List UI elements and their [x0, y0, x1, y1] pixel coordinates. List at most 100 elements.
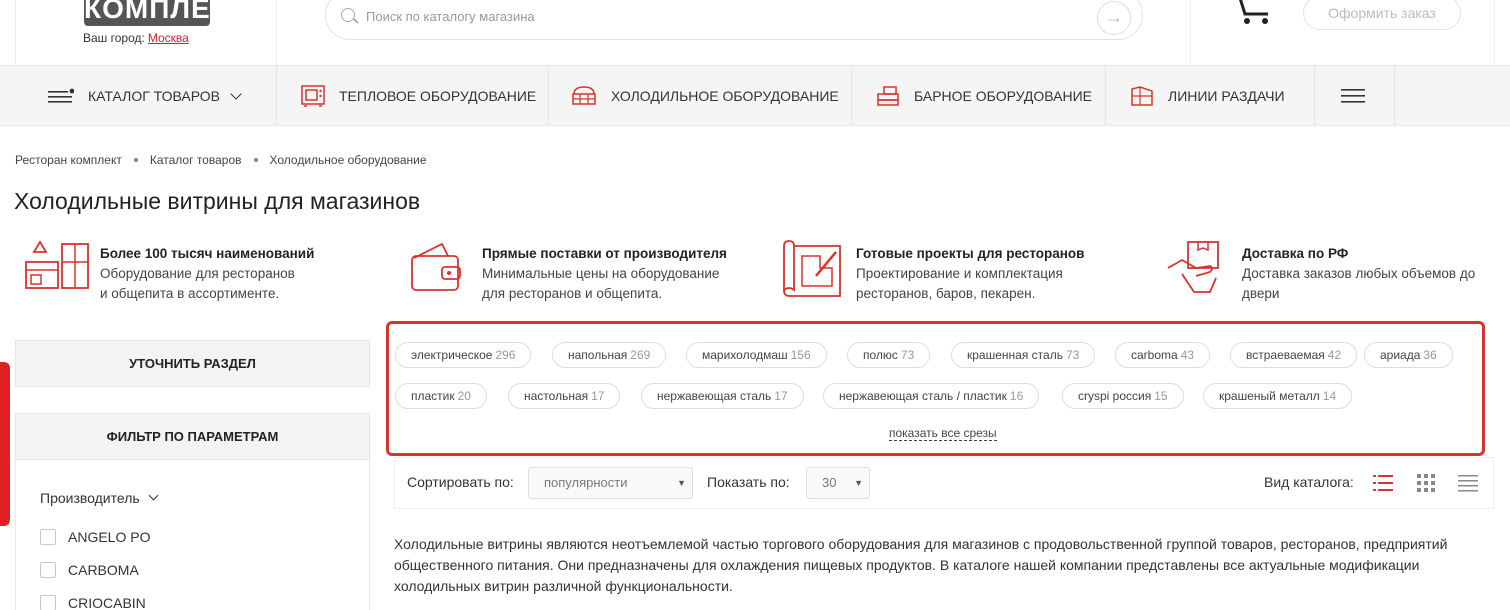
delivery-icon: [1167, 241, 1219, 293]
kitchen-icon: [25, 240, 89, 289]
per-page-select[interactable]: 30 ▼: [806, 467, 870, 499]
tag-count: 17: [774, 389, 788, 403]
tag-count: 36: [1423, 348, 1437, 362]
checkbox[interactable]: [40, 562, 56, 578]
breadcrumb-item[interactable]: Каталог товаров: [150, 153, 242, 167]
feature-desc: Проектирование и комплектация ресторанов…: [856, 266, 1063, 301]
sort-label: Сортировать по:: [407, 474, 514, 490]
tag-count: 156: [790, 348, 811, 362]
nav-item-bar[interactable]: Барное оборудование: [852, 66, 1106, 126]
search-icon: [341, 8, 355, 22]
tag-chip[interactable]: электрическое 296: [395, 342, 532, 368]
nav-item-serving[interactable]: Линии раздачи: [1106, 66, 1315, 126]
tag-chip[interactable]: крашенная сталь 73: [951, 342, 1096, 368]
tag-chip[interactable]: настольная 17: [508, 383, 621, 409]
refine-section-button[interactable]: Уточнить раздел: [15, 340, 370, 387]
tag-count: 16: [1009, 389, 1024, 403]
tag-chip[interactable]: марихолодмаш 156: [686, 342, 827, 368]
tag-chip[interactable]: встраеваемая 42: [1230, 342, 1358, 368]
nav-item-label: Тепловое оборудование: [339, 88, 537, 104]
list-view-icon[interactable]: [1373, 473, 1393, 493]
tag-cloud: электрическое 296 напольная 269 марихолодм…: [386, 321, 1485, 456]
tag-chip[interactable]: полюс 73: [847, 342, 931, 368]
tag-label: встраеваемая: [1246, 348, 1325, 362]
manufacturer-option[interactable]: ANGELO PO: [40, 529, 150, 545]
tag-count: 296: [495, 348, 516, 362]
checkbox[interactable]: [40, 529, 56, 545]
tag-count: 269: [630, 348, 651, 362]
nav-more-menu[interactable]: [1315, 66, 1395, 126]
nav-item-label: Каталог товаров: [88, 88, 220, 104]
menu-dot-icon: [48, 88, 74, 103]
manufacturer-option[interactable]: CARBOMA: [40, 562, 139, 578]
manufacturer-name: CARBOMA: [68, 562, 139, 578]
tag-chip[interactable]: ариада 36: [1364, 342, 1453, 368]
breadcrumb-item-current: Холодильное оборудование: [269, 153, 427, 167]
manufacturer-option[interactable]: CRIOCABIN: [40, 595, 146, 610]
tag-count: 43: [1180, 348, 1195, 362]
tag-chip[interactable]: нержавеющая сталь / пластик 16: [823, 383, 1040, 409]
feature-desc: Оборудование для ресторанов и общепита в…: [100, 266, 295, 301]
nav-item-cold[interactable]: Холодильное оборудование: [549, 66, 852, 126]
breadcrumb-item[interactable]: Ресторан комплект: [15, 153, 122, 167]
filter-params-button[interactable]: Фильтр по параметрам: [15, 413, 370, 460]
city-label: Ваш город:: [83, 31, 145, 45]
search-bar: →: [325, 0, 1143, 40]
tag-chip[interactable]: carboma 43: [1115, 342, 1211, 368]
manufacturer-name: CRIOCABIN: [68, 595, 146, 610]
sort-select[interactable]: популярности ▼: [528, 467, 693, 499]
feature-direct-supply: Прямые поставки от производителя Минимал…: [406, 238, 727, 304]
tag-label: carboma: [1131, 348, 1178, 362]
show-all-tags-link[interactable]: показать все срезы: [889, 426, 997, 441]
checkout-button[interactable]: Оформить заказ: [1303, 0, 1461, 30]
chevron-down-icon: [148, 490, 159, 501]
grid-view-icon[interactable]: [1416, 473, 1436, 493]
tag-chip[interactable]: пластик 20: [395, 383, 487, 409]
chevron-down-icon: [230, 87, 242, 100]
breadcrumb: Ресторан комплект Каталог товаров Холоди…: [15, 153, 427, 167]
per-page-value: 30: [822, 475, 837, 490]
tag-chip[interactable]: напольная 269: [552, 342, 667, 368]
tag-label: напольная: [568, 348, 628, 362]
city-selector: Ваш город: Москва: [83, 31, 189, 45]
manufacturer-filter-toggle[interactable]: Производитель: [40, 490, 159, 506]
manufacturer-label: Производитель: [40, 490, 140, 506]
search-submit-arrow-icon[interactable]: →: [1097, 1, 1131, 35]
feature-projects: Готовые проекты для ресторанов Проектиро…: [780, 238, 1084, 304]
tag-chip[interactable]: нержавеющая сталь 17: [641, 383, 804, 409]
feature-delivery: Доставка по РФ Доставка заказов любых об…: [1166, 238, 1475, 304]
checkbox[interactable]: [40, 595, 56, 610]
category-description: Холодильные витрины являются неотъемлемо…: [394, 536, 1448, 594]
tag-chip[interactable]: крашеный металл 14: [1203, 383, 1353, 409]
tag-label: крашенная сталь: [967, 348, 1063, 362]
side-tab-handle[interactable]: [0, 362, 10, 526]
tag-count: 42: [1327, 348, 1342, 362]
city-link[interactable]: Москва: [148, 31, 189, 45]
site-header: КОМПЛЕКТ Ваш город:Москва → Оформить зак…: [0, 0, 1510, 66]
logo[interactable]: КОМПЛЕКТ: [84, 0, 247, 26]
tag-label: электрическое: [411, 348, 493, 362]
feature-title: Прямые поставки от производителя: [482, 246, 727, 261]
tag-count: 73: [1065, 348, 1080, 362]
tag-count: 20: [457, 389, 471, 403]
search-input[interactable]: [366, 5, 1066, 27]
tag-chip[interactable]: cryspi россия 15: [1062, 383, 1184, 409]
tag-count: 17: [591, 389, 605, 403]
nav-item-heat[interactable]: Тепловое оборудование: [277, 66, 549, 126]
coffee-machine-icon: [877, 86, 899, 106]
tag-count: 14: [1322, 389, 1337, 403]
tag-label: cryspi россия: [1078, 389, 1152, 403]
nav-item-label: Холодильное оборудование: [611, 88, 839, 104]
cart-icon[interactable]: [1232, 0, 1274, 26]
compact-list-view-icon[interactable]: [1458, 473, 1478, 493]
view-mode-label: Вид каталога:: [1264, 474, 1354, 490]
tag-label: нержавеющая сталь: [657, 389, 772, 403]
manufacturer-name: ANGELO PO: [68, 529, 151, 545]
tag-label: крашеный металл: [1219, 389, 1320, 403]
tag-label: полюс: [863, 348, 898, 362]
logo-area: КОМПЛЕКТ Ваш город: Москва: [15, 0, 277, 66]
nav-item-catalog[interactable]: Каталог товаров: [0, 66, 277, 126]
tag-label: настольная: [524, 389, 589, 403]
serving-line-icon: [1131, 86, 1153, 106]
sort-select-value: популярности: [544, 475, 628, 490]
